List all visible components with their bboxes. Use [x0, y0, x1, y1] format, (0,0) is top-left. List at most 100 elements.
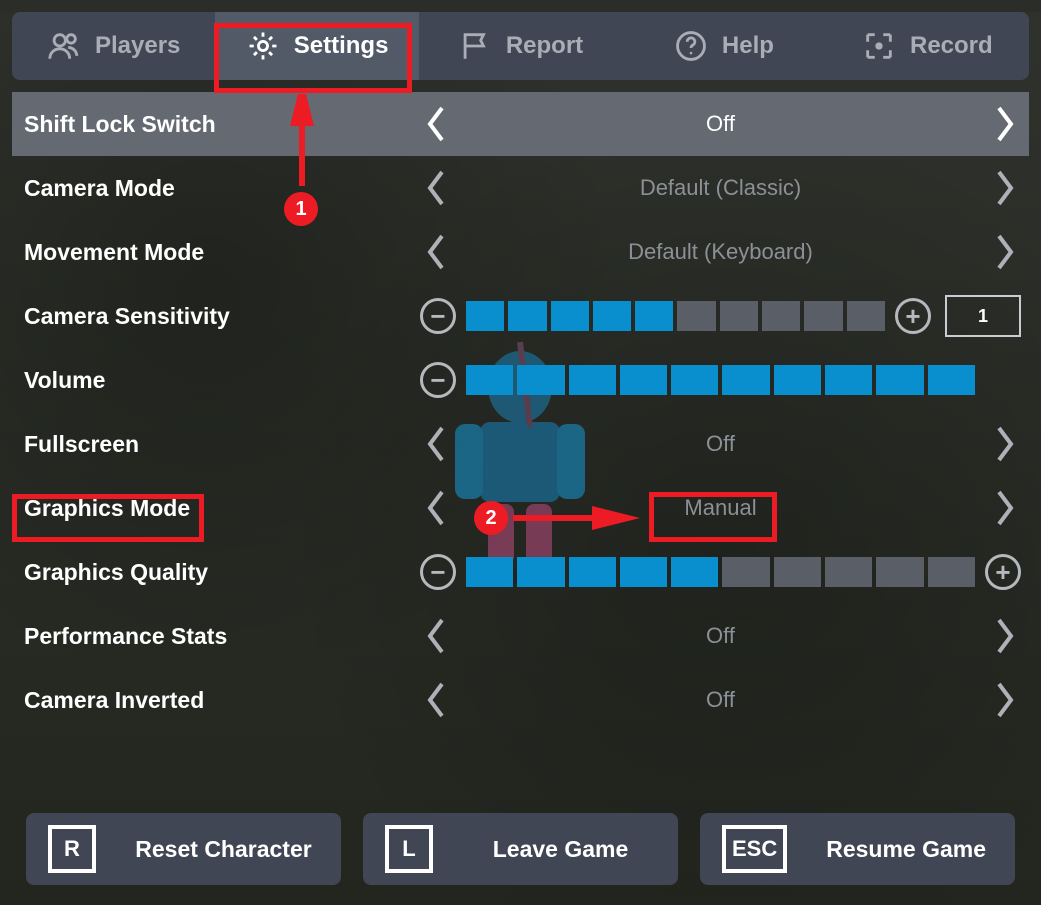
slider-segment: [720, 301, 758, 331]
shift-lock-value: Off: [452, 111, 989, 137]
row-camera-mode: Camera Mode Default (Classic): [12, 156, 1029, 220]
chevron-left-icon: [423, 488, 449, 528]
slider-segment: [466, 301, 504, 331]
graphics-quality-minus[interactable]: −: [420, 554, 456, 590]
row-volume: Volume −: [12, 348, 1029, 412]
graphics-quality-plus[interactable]: +: [985, 554, 1021, 590]
chevron-left-icon: [423, 168, 449, 208]
tab-report[interactable]: Report: [419, 12, 622, 80]
slider-segment: [825, 557, 872, 587]
slider-segment: [774, 365, 821, 395]
slider-segment: [722, 365, 769, 395]
performance-stats-value: Off: [452, 623, 989, 649]
camera-inverted-label: Camera Inverted: [20, 687, 420, 714]
slider-segment: [508, 301, 546, 331]
fullscreen-label: Fullscreen: [20, 431, 420, 458]
graphics-mode-next[interactable]: [989, 485, 1021, 531]
shift-lock-next[interactable]: [989, 101, 1021, 147]
keycap-l: L: [385, 825, 433, 873]
chevron-right-icon: [992, 232, 1018, 272]
camera-sensitivity-bar[interactable]: [466, 301, 885, 331]
tab-settings[interactable]: Settings: [215, 12, 418, 80]
graphics-mode-prev[interactable]: [420, 485, 452, 531]
fullscreen-prev[interactable]: [420, 421, 452, 467]
slider-segment: [762, 301, 800, 331]
slider-segment: [677, 301, 715, 331]
slider-segment: [671, 365, 718, 395]
tab-players-label: Players: [95, 32, 180, 60]
performance-stats-prev[interactable]: [420, 613, 452, 659]
tab-record-label: Record: [910, 32, 993, 60]
chevron-left-icon: [423, 232, 449, 272]
keycap-esc: ESC: [722, 825, 787, 873]
row-shift-lock: Shift Lock Switch Off: [12, 92, 1029, 156]
camera-sensitivity-plus[interactable]: +: [895, 298, 931, 334]
chevron-right-icon: [992, 168, 1018, 208]
slider-segment: [847, 301, 885, 331]
slider-segment: [466, 365, 513, 395]
performance-stats-label: Performance Stats: [20, 623, 420, 650]
shift-lock-label: Shift Lock Switch: [20, 111, 420, 138]
movement-mode-label: Movement Mode: [20, 239, 420, 266]
camera-inverted-value: Off: [452, 687, 989, 713]
resume-game-button[interactable]: ESC Resume Game: [700, 813, 1015, 885]
tab-settings-label: Settings: [294, 32, 389, 60]
tab-players[interactable]: Players: [12, 12, 215, 80]
camera-inverted-prev[interactable]: [420, 677, 452, 723]
chevron-right-icon: [992, 424, 1018, 464]
volume-label: Volume: [20, 367, 420, 394]
camera-sensitivity-minus[interactable]: −: [420, 298, 456, 334]
slider-segment: [517, 365, 564, 395]
chevron-right-icon: [992, 616, 1018, 656]
camera-inverted-next[interactable]: [989, 677, 1021, 723]
volume-bar[interactable]: [466, 365, 975, 395]
reset-character-button[interactable]: R Reset Character: [26, 813, 341, 885]
help-icon: [674, 29, 708, 63]
reset-character-label: Reset Character: [126, 836, 341, 863]
chevron-left-icon: [423, 680, 449, 720]
flag-icon: [458, 29, 492, 63]
camera-mode-value: Default (Classic): [452, 175, 989, 201]
chevron-right-icon: [992, 488, 1018, 528]
chevron-left-icon: [423, 616, 449, 656]
slider-segment: [517, 557, 564, 587]
row-fullscreen: Fullscreen Off: [12, 412, 1029, 476]
chevron-right-icon: [992, 104, 1018, 144]
slider-segment: [671, 557, 718, 587]
slider-segment: [620, 557, 667, 587]
fullscreen-next[interactable]: [989, 421, 1021, 467]
gear-icon: [246, 29, 280, 63]
performance-stats-next[interactable]: [989, 613, 1021, 659]
graphics-mode-label: Graphics Mode: [20, 495, 420, 522]
movement-mode-value: Default (Keyboard): [452, 239, 989, 265]
row-performance-stats: Performance Stats Off: [12, 604, 1029, 668]
settings-list: Shift Lock Switch Off Camera Mode Defaul…: [12, 92, 1029, 732]
players-icon: [47, 29, 81, 63]
slider-segment: [635, 301, 673, 331]
fullscreen-value: Off: [452, 431, 989, 457]
camera-mode-prev[interactable]: [420, 165, 452, 211]
camera-sensitivity-label: Camera Sensitivity: [20, 303, 420, 330]
slider-segment: [620, 365, 667, 395]
slider-segment: [569, 557, 616, 587]
row-movement-mode: Movement Mode Default (Keyboard): [12, 220, 1029, 284]
slider-segment: [804, 301, 842, 331]
tab-record[interactable]: Record: [826, 12, 1029, 80]
volume-minus[interactable]: −: [420, 362, 456, 398]
shift-lock-prev[interactable]: [420, 101, 452, 147]
graphics-quality-label: Graphics Quality: [20, 559, 420, 586]
leave-game-button[interactable]: L Leave Game: [363, 813, 678, 885]
slider-segment: [928, 365, 975, 395]
camera-sensitivity-input[interactable]: 1: [945, 295, 1021, 337]
graphics-quality-bar[interactable]: [466, 557, 975, 587]
row-graphics-mode: Graphics Mode Manual: [12, 476, 1029, 540]
slider-segment: [825, 365, 872, 395]
movement-mode-prev[interactable]: [420, 229, 452, 275]
slider-segment: [569, 365, 616, 395]
slider-segment: [928, 557, 975, 587]
row-camera-sensitivity: Camera Sensitivity − + 1: [12, 284, 1029, 348]
camera-mode-next[interactable]: [989, 165, 1021, 211]
leave-game-label: Leave Game: [463, 836, 678, 863]
tab-help[interactable]: Help: [622, 12, 825, 80]
movement-mode-next[interactable]: [989, 229, 1021, 275]
